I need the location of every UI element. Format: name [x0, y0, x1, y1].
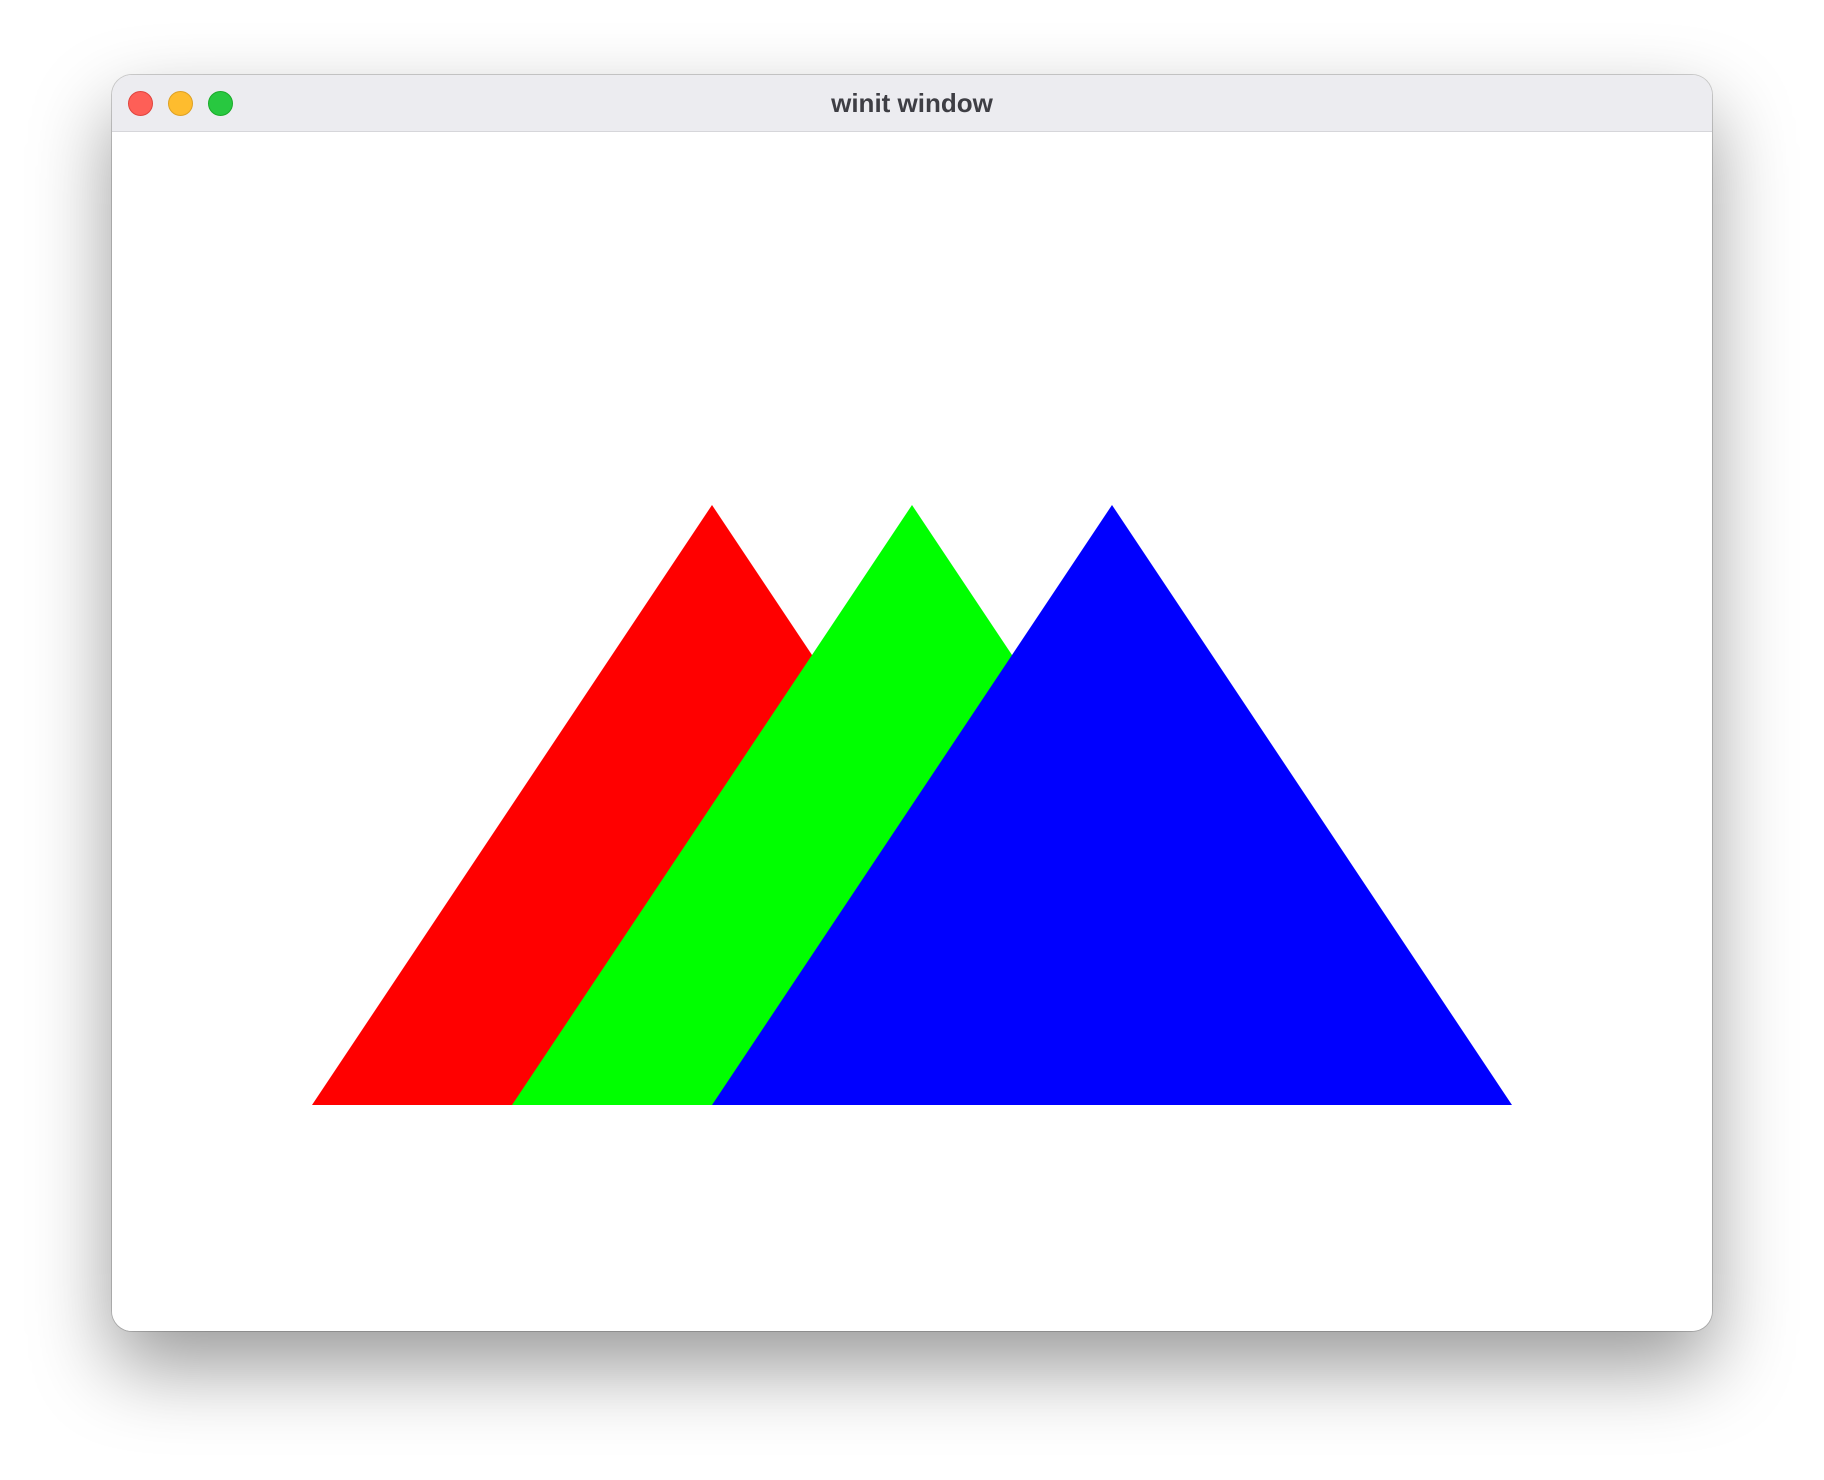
app-window: winit window — [112, 75, 1712, 1331]
window-title: winit window — [831, 88, 993, 118]
render-canvas — [112, 132, 1712, 1331]
triangles-canvas — [312, 505, 1512, 1105]
title-bar[interactable]: winit window — [112, 75, 1712, 132]
